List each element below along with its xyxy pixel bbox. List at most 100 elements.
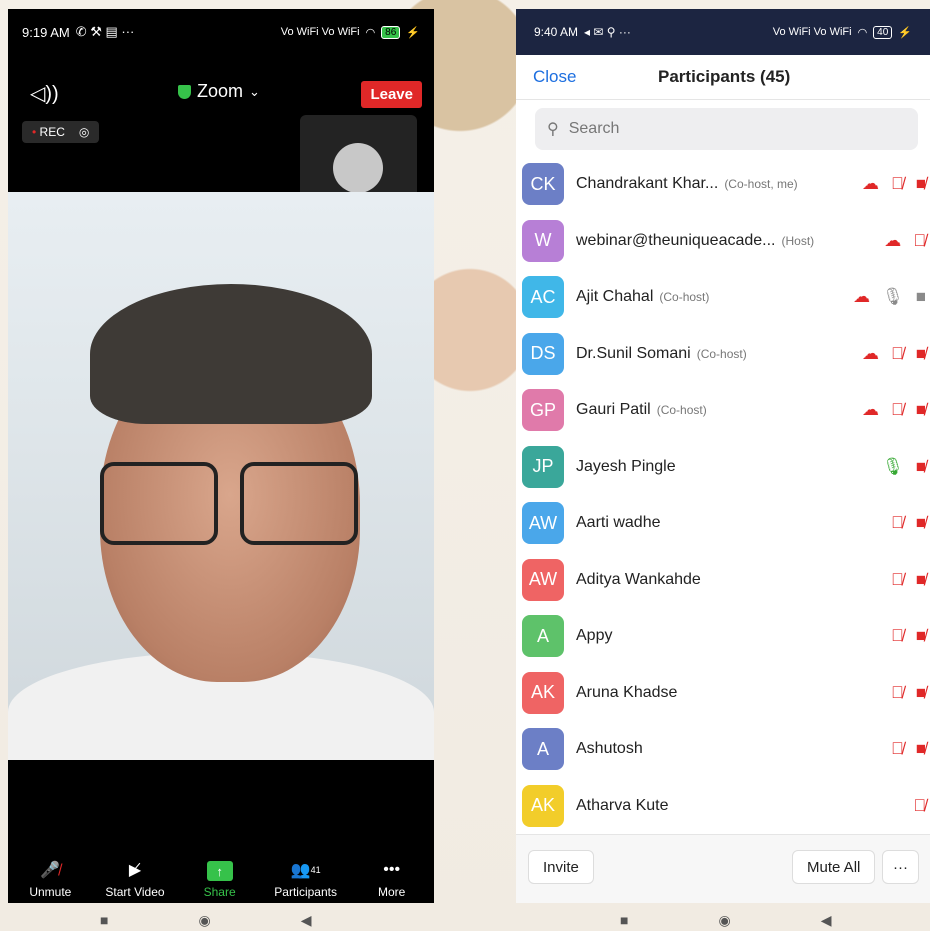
mic-off-icon: 🎙̸ (890, 343, 904, 363)
android-nav-right: ■ ◉ ◀ (620, 912, 831, 929)
participant-name: Dr.Sunil Somani (576, 344, 691, 362)
leave-button[interactable]: Leave (361, 81, 422, 108)
participant-name: Aditya Wankahde (576, 570, 701, 588)
unmute-label: Unmute (29, 885, 72, 899)
mic-off-icon: 🎙̸ (890, 569, 904, 589)
avatar: A (522, 615, 564, 658)
battery-icon: 40 (873, 25, 893, 39)
participant-row[interactable]: AK Atharva Kute 🎙̸ (516, 778, 930, 835)
avatar: JP (522, 445, 564, 488)
avatar: AW (522, 558, 564, 601)
more-options-button[interactable]: ··· (882, 850, 919, 884)
participant-row[interactable]: AK Aruna Khadse 🎙̸ ■̸ (516, 665, 930, 722)
more-button[interactable]: ••• More (362, 859, 422, 899)
recents-icon[interactable]: ■ (100, 912, 108, 929)
participant-role: (Co-host) (696, 346, 747, 361)
mic-icon: 🎙 (882, 287, 904, 307)
home-icon[interactable]: ◉ (718, 912, 730, 929)
participant-status-icons: 🎙̸ ■̸ (891, 683, 930, 703)
recording-indicator[interactable]: • REC ◎ (22, 121, 100, 143)
avatar: CK (522, 163, 564, 206)
meeting-screen: 9:19 AM ✆ ⚒ ▤ ··· Vo WiFi Vo WiFi ◠ 86 ⚡… (8, 9, 434, 903)
share-button[interactable]: ↑ Share (190, 861, 250, 899)
status-time: 9:19 AM (22, 24, 70, 40)
recents-icon[interactable]: ■ (620, 912, 628, 929)
participant-row[interactable]: AC Ajit Chahal (Co-host) ☁ 🎙 ■ (516, 269, 930, 326)
mic-off-icon: 🎙̸ (890, 513, 904, 533)
participant-row[interactable]: A Appy 🎙̸ ■̸ (516, 608, 930, 665)
status-bar: 9:19 AM ✆ ⚒ ▤ ··· Vo WiFi Vo WiFi ◠ 86 ⚡ (8, 9, 434, 55)
participant-status-icons: ☁ 🎙̸ (884, 231, 930, 251)
participant-name: Ajit Chahal (576, 288, 654, 306)
participant-role: (Co-host, me) (724, 177, 798, 192)
participants-label: Participants (274, 885, 337, 899)
participant-name: Atharva Kute (576, 796, 669, 814)
participant-row[interactable]: AW Aditya Wankahde 🎙̸ ■̸ (516, 552, 930, 609)
participant-name: Chandrakant Khar... (576, 175, 719, 193)
meeting-title[interactable]: Zoom ⌄ (178, 81, 260, 102)
participant-role: (Co-host) (659, 290, 710, 305)
back-icon[interactable]: ◀ (301, 912, 312, 929)
avatar: AK (522, 784, 564, 827)
rec-label: REC (39, 125, 65, 139)
close-button[interactable]: Close (533, 67, 576, 87)
chevron-down-icon: ⌄ (249, 83, 260, 99)
wifi-icon: ◠ (365, 26, 376, 39)
speaker-video (8, 192, 434, 760)
speaker-icon[interactable]: ◁)) (30, 81, 59, 106)
page-title: Participants (45) (658, 67, 791, 86)
participant-status-icons: 🎙̸ ■̸ (891, 739, 930, 759)
video-icon: ■ (915, 287, 926, 307)
participant-row[interactable]: A Ashutosh 🎙̸ ■̸ (516, 721, 930, 778)
participant-row[interactable]: Wwebinar@theuniqueacade... (Host) ☁ 🎙̸ (516, 213, 930, 270)
mic-off-icon: 🎤̸ (40, 862, 61, 879)
participant-row[interactable]: DS Dr.Sunil Somani (Co-host) ☁ 🎙̸ ■̸ (516, 326, 930, 383)
more-label: More (377, 885, 406, 899)
participant-row[interactable]: CK Chandrakant Khar... (Co-host, me) ☁ 🎙̸ ■̸ (516, 156, 930, 213)
mute-all-button[interactable]: Mute All (792, 850, 876, 884)
android-nav-left: ■ ◉ ◀ (100, 912, 311, 929)
avatar: A (522, 728, 564, 771)
share-icon: ↑ (206, 861, 233, 881)
search-input[interactable]: ⚲ Search (535, 108, 918, 150)
participants-button[interactable]: 👥 41 Participants (274, 859, 337, 899)
wifi-icon: ◠ (857, 26, 868, 39)
home-icon[interactable]: ◉ (198, 912, 210, 929)
mic-off-icon: 🎙̸ (913, 795, 926, 815)
participants-footer: Invite Mute All ··· (516, 834, 930, 903)
participants-screen: 9:40 AM ◂ ✉ ⚲ ··· Vo WiFi Vo WiFi ◠ 40 ⚡… (516, 9, 930, 903)
battery-icon: 86 (381, 25, 401, 39)
cloud-icon: ☁ (861, 400, 879, 420)
signal-indicator: Vo WiFi Vo WiFi (280, 26, 360, 38)
avatar: W (522, 219, 564, 262)
video-off-icon: ■̸ (915, 569, 926, 589)
video-off-icon: ■̸ (915, 739, 926, 759)
participant-list: CK Chandrakant Khar... (Co-host, me) ☁ 🎙̸ ■̸ W… (516, 156, 930, 834)
participant-row[interactable]: JP Jayesh Pingle 🎙 ■̸ (516, 439, 930, 496)
charging-icon: ⚡ (406, 26, 420, 39)
participant-name: Gauri Patil (576, 401, 651, 419)
participant-row[interactable]: AW Aarti wadhe 🎙̸ ■̸ (516, 495, 930, 552)
charging-icon: ⚡ (898, 26, 912, 39)
participant-role: (Host) (781, 233, 815, 248)
participant-status-icons: 🎙̸ (913, 796, 930, 816)
video-off-icon: ■̸ (915, 456, 926, 476)
invite-button[interactable]: Invite (528, 850, 594, 884)
cloud-icon: ☁ (853, 287, 871, 307)
signal-indicator: Vo WiFi Vo WiFi (772, 26, 852, 38)
record-control-icon: ◎ (78, 125, 90, 139)
back-icon[interactable]: ◀ (821, 912, 832, 929)
unmute-button[interactable]: 🎤̸ Unmute (20, 859, 80, 899)
video-hair (90, 284, 372, 424)
participant-name: Ashutosh (576, 740, 643, 758)
record-dot-icon: • (32, 125, 37, 139)
video-off-icon: ■̸ (915, 400, 926, 420)
meeting-toolbar: 🎤̸ Unmute ▶̸ Start Video ↑ Share 👥 41 Par… (8, 847, 434, 903)
status-notifications: ✆ ⚒ ▤ ··· (75, 24, 135, 39)
search-placeholder: Search (568, 120, 620, 137)
participant-row[interactable]: GP Gauri Patil (Co-host) ☁ 🎙̸ ■̸ (516, 382, 930, 439)
mic-off-icon: 🎙̸ (890, 739, 904, 759)
cloud-icon: ☁ (861, 343, 879, 363)
start-video-label: Start Video (105, 885, 165, 899)
start-video-button[interactable]: ▶̸ Start Video (105, 859, 165, 899)
